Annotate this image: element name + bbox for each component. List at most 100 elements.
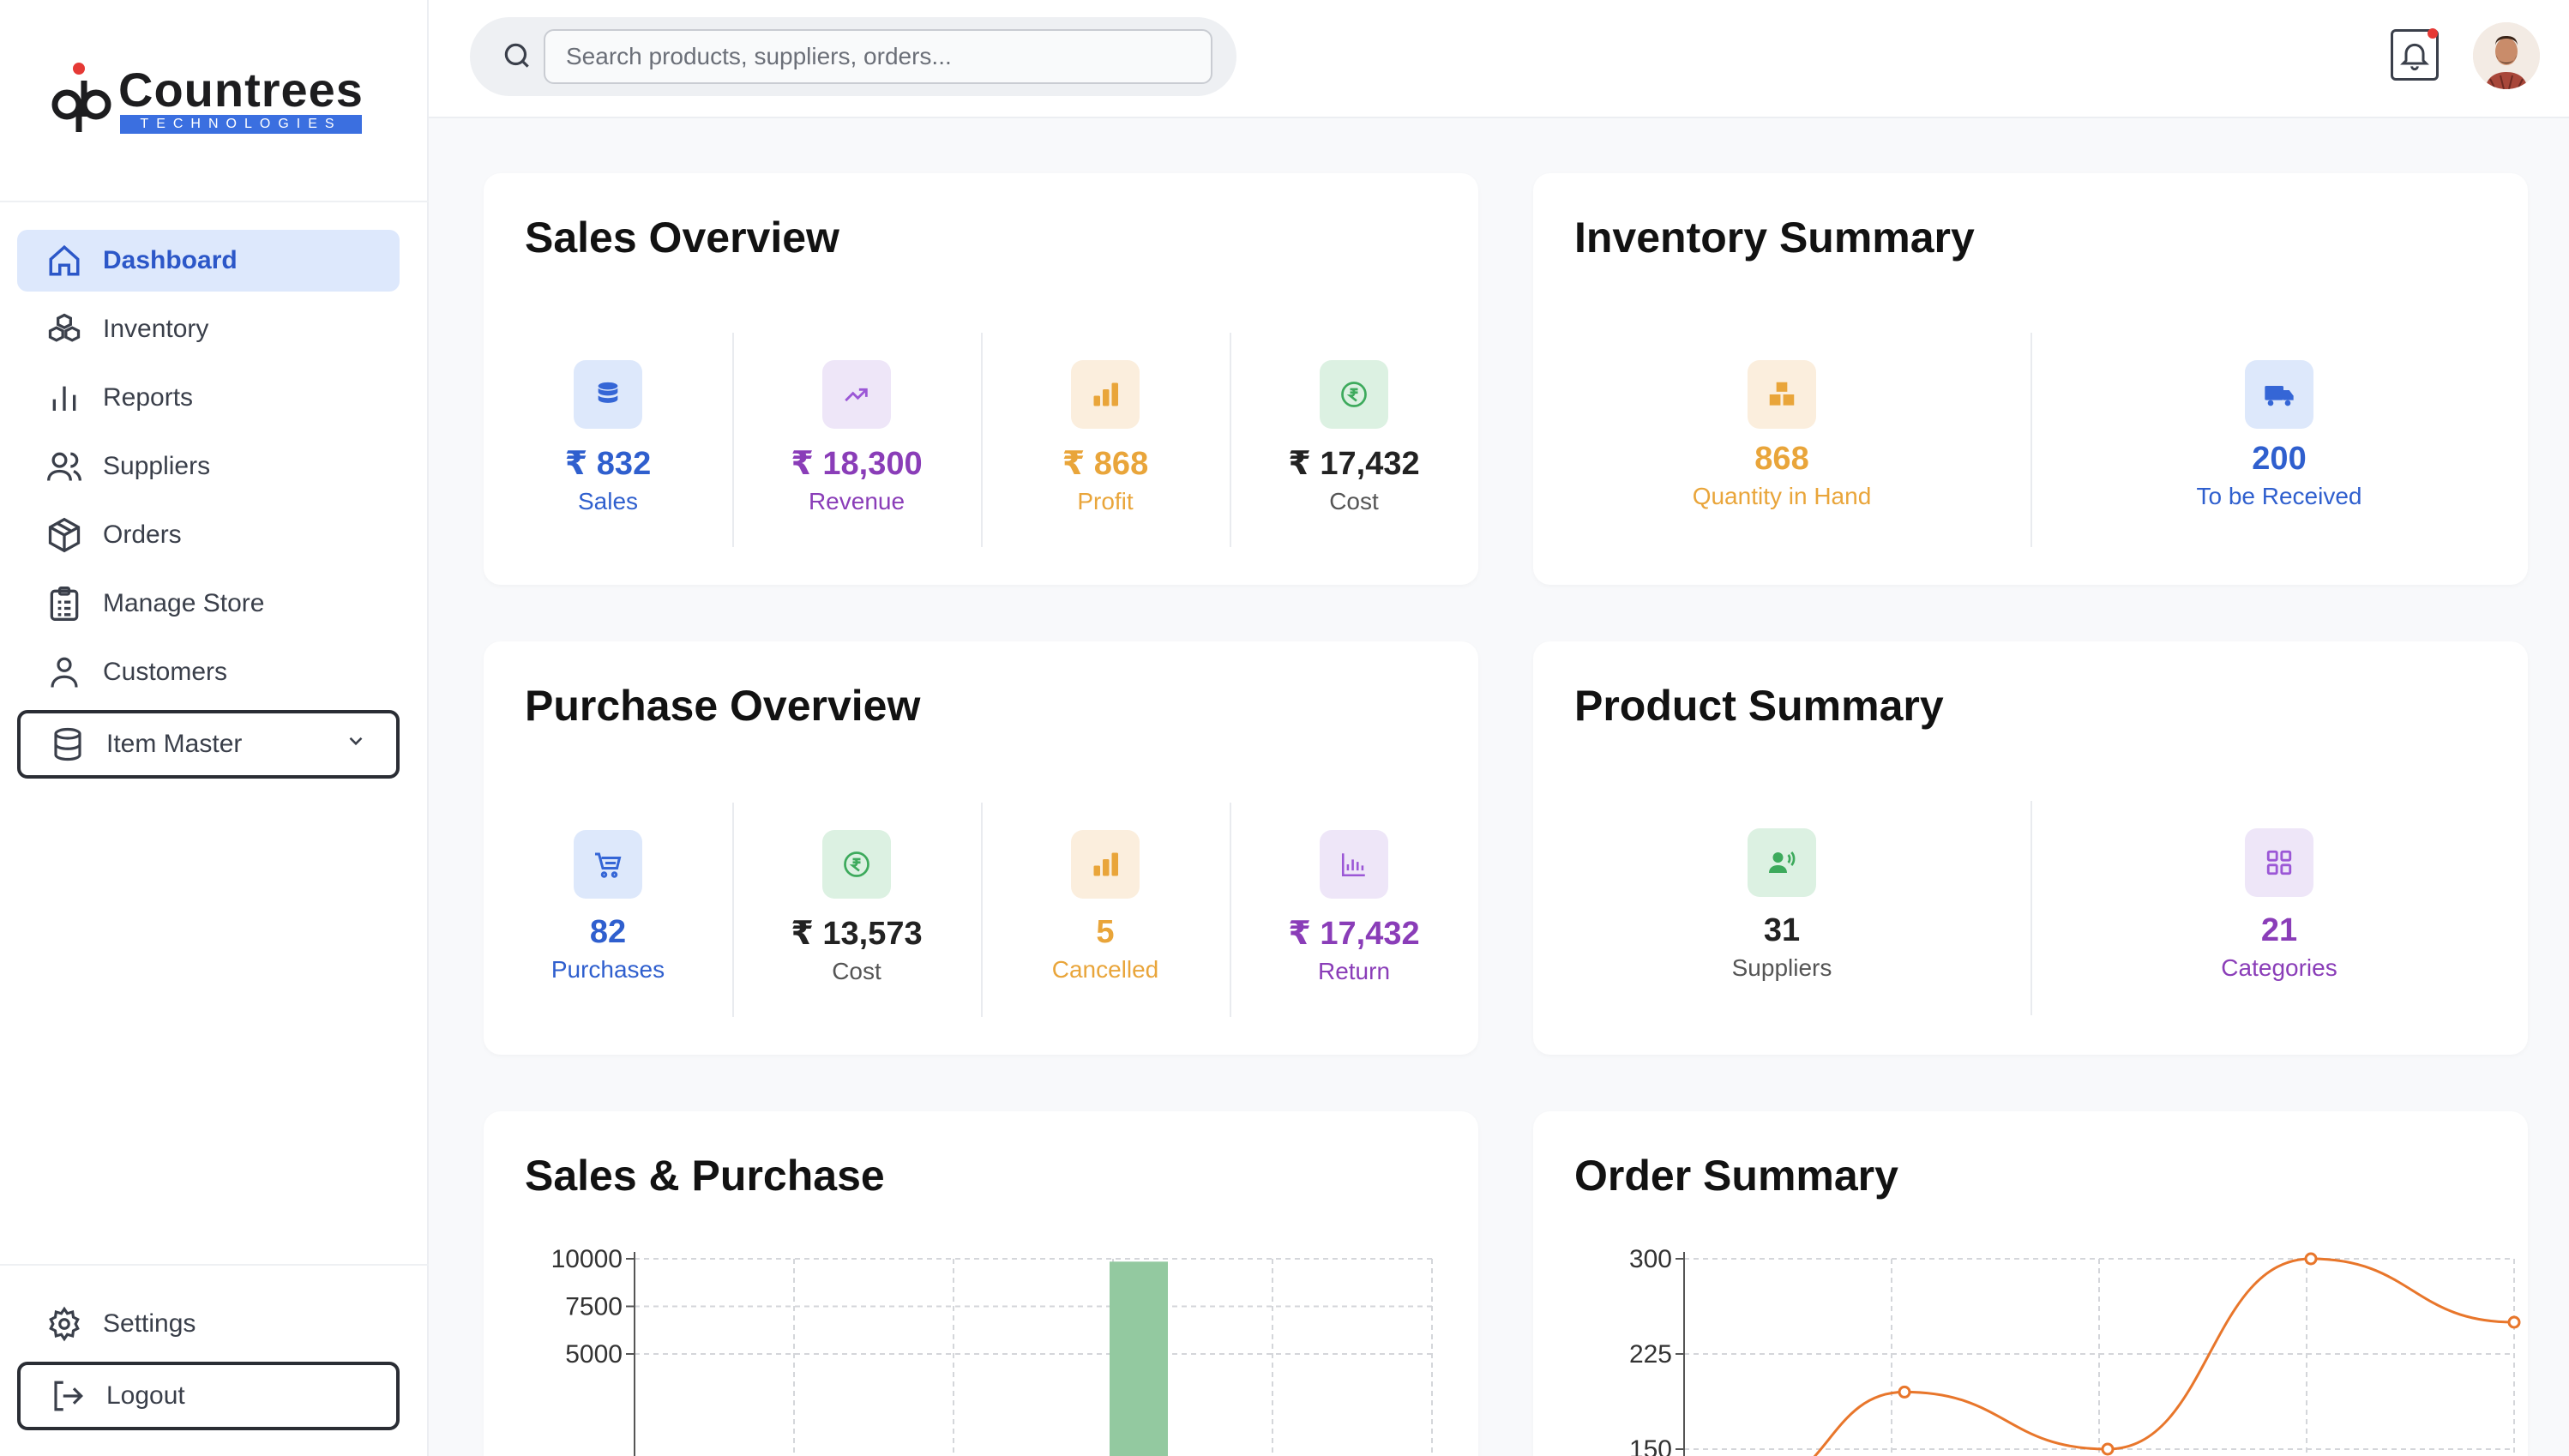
logo-mark-icon xyxy=(51,63,111,132)
sidebar-item-manage-store[interactable]: Manage Store xyxy=(17,573,400,635)
bar-chart-icon xyxy=(1071,360,1140,429)
gear-icon xyxy=(45,1304,84,1344)
y-tick-label: 5000 xyxy=(565,1340,623,1369)
bar-chart-icon xyxy=(1071,830,1140,899)
stat-revenue: ₹ 18,300 Revenue xyxy=(732,333,981,547)
series-line xyxy=(1813,1257,2515,1456)
y-tick-label: 7500 xyxy=(565,1293,623,1321)
sidebar-item-settings[interactable]: Settings xyxy=(17,1293,400,1355)
sidebar: Countrees TECHNOLOGIES Dashboard Invento… xyxy=(0,0,429,1456)
card-title: Purchase Overview xyxy=(525,682,921,730)
stat-label: Categories xyxy=(2221,954,2337,981)
sales-overview-card: Sales Overview ₹ 832 Sales ₹ 18,300 Reve… xyxy=(484,173,1478,585)
stat-label: Return xyxy=(1317,958,1391,984)
stat-value: ₹ 18,300 xyxy=(791,446,923,482)
stat-value: 5 xyxy=(1096,914,1115,950)
stats-row: ₹ 832 Sales ₹ 18,300 Revenue ₹ 868 Profi… xyxy=(484,333,1478,547)
bell-icon xyxy=(2400,43,2429,71)
sidebar-item-label: Reports xyxy=(103,383,194,412)
sidebar-item-label: Settings xyxy=(103,1309,196,1338)
sidebar-item-label: Inventory xyxy=(103,315,209,343)
clipboard-icon xyxy=(45,584,84,623)
trending-up-icon xyxy=(822,360,891,429)
stat-cost: ₹ 13,573 Cost xyxy=(732,803,981,1017)
logout-button[interactable]: Logout xyxy=(17,1362,400,1430)
notification-button[interactable] xyxy=(2391,28,2439,81)
stat-label: To be Received xyxy=(2196,483,2362,509)
purchase-overview-card: Purchase Overview 82 Purchases ₹ 13,573 … xyxy=(484,641,1478,1055)
sales-purchase-chart: 10000 7500 5000 xyxy=(551,1245,1433,1456)
brand-tagline: TECHNOLOGIES xyxy=(120,115,362,134)
card-title: Sales Overview xyxy=(525,214,839,262)
user-icon xyxy=(45,653,84,692)
brand-name: Countrees xyxy=(118,63,364,117)
stat-label: Cost xyxy=(832,958,881,984)
sidebar-bottom: Settings Logout xyxy=(17,1293,400,1437)
stat-label: Revenue xyxy=(808,488,905,514)
database-icon xyxy=(48,725,87,764)
stat-value: ₹ 832 xyxy=(564,446,652,482)
users-icon xyxy=(45,447,84,486)
order-summary-card: Order Summary 300 225 150 xyxy=(1533,1111,2528,1456)
data-point xyxy=(1898,1385,1911,1399)
sidebar-item-orders[interactable]: Orders xyxy=(17,504,400,566)
notification-dot xyxy=(2428,28,2438,39)
package-icon xyxy=(45,515,84,555)
topbar xyxy=(429,0,2569,118)
column-chart-icon xyxy=(1320,830,1388,899)
sidebar-item-item-master[interactable]: Item Master xyxy=(17,710,400,779)
stat-profit: ₹ 868 Profit xyxy=(981,333,1230,547)
stat-value: 31 xyxy=(1763,912,1801,948)
sidebar-item-inventory[interactable]: Inventory xyxy=(17,298,400,360)
sidebar-item-label: Manage Store xyxy=(103,589,265,617)
cart-icon xyxy=(574,830,642,899)
y-tick-label: 150 xyxy=(1629,1435,1672,1456)
stat-categories: 21 Categories xyxy=(2031,801,2528,1015)
card-title: Inventory Summary xyxy=(1574,214,1975,262)
sales-purchase-card: Sales & Purchase 10000 7500 5000 xyxy=(484,1111,1478,1456)
order-summary-chart: 300 225 150 xyxy=(1629,1245,2521,1456)
truck-icon xyxy=(2245,360,2313,429)
stat-label: Profit xyxy=(1077,488,1134,514)
stat-label: Suppliers xyxy=(1731,954,1832,981)
stat-value: 868 xyxy=(1754,441,1809,477)
sidebar-item-label: Logout xyxy=(106,1381,185,1410)
sidebar-item-dashboard[interactable]: Dashboard xyxy=(17,230,400,292)
search-input[interactable] xyxy=(544,29,1212,84)
home-icon xyxy=(45,241,84,280)
avatar[interactable] xyxy=(2473,22,2540,89)
sidebar-nav: Dashboard Inventory Reports Suppliers Or… xyxy=(17,230,400,785)
user-voice-icon xyxy=(1748,828,1816,897)
stat-to-be-received: 200 To be Received xyxy=(2031,333,2528,547)
stat-value: ₹ 868 xyxy=(1062,446,1149,482)
boxes-icon xyxy=(45,310,84,349)
sidebar-item-reports[interactable]: Reports xyxy=(17,367,400,429)
chevron-down-icon[interactable] xyxy=(345,730,367,759)
stat-value: ₹ 17,432 xyxy=(1288,916,1420,952)
stat-value: 21 xyxy=(2260,912,2298,948)
data-point xyxy=(2507,1315,2521,1329)
y-tick-label: 225 xyxy=(1629,1340,1672,1369)
logo[interactable]: Countrees TECHNOLOGIES xyxy=(50,53,376,139)
sidebar-item-label: Dashboard xyxy=(103,246,238,274)
search-bar xyxy=(470,17,1236,96)
stats-row: 31 Suppliers 21 Categories xyxy=(1533,801,2528,1015)
sidebar-item-customers[interactable]: Customers xyxy=(17,641,400,703)
sidebar-item-suppliers[interactable]: Suppliers xyxy=(17,436,400,497)
divider xyxy=(0,201,429,202)
stats-row: 868 Quantity in Hand 200 To be Received xyxy=(1533,333,2528,547)
stat-value: ₹ 17,432 xyxy=(1288,446,1420,482)
search-icon[interactable] xyxy=(501,39,533,76)
stat-label: Sales xyxy=(577,488,639,514)
boxes-icon xyxy=(1748,360,1816,429)
stat-label: Quantity in Hand xyxy=(1692,483,1872,509)
logout-icon xyxy=(48,1376,87,1416)
product-summary-card: Product Summary 31 Suppliers 21 Categori… xyxy=(1533,641,2528,1055)
stat-return: ₹ 17,432 Return xyxy=(1230,803,1478,1017)
sidebar-item-label: Suppliers xyxy=(103,452,211,480)
inventory-summary-card: Inventory Summary 868 Quantity in Hand 2… xyxy=(1533,173,2528,585)
data-point xyxy=(2101,1442,2115,1456)
stat-value: ₹ 13,573 xyxy=(791,916,923,952)
stat-value: 200 xyxy=(2252,441,2307,477)
stats-row: 82 Purchases ₹ 13,573 Cost 5 Cancelled ₹… xyxy=(484,803,1478,1017)
